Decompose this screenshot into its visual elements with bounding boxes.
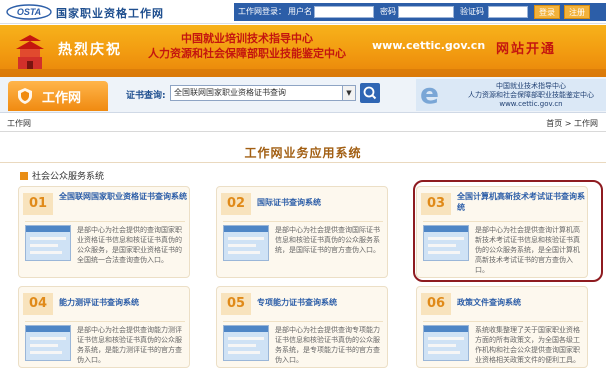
card-number: 01	[23, 193, 53, 215]
login-form: 工作网登录： 用户名 密码 验证码 登录 注册	[234, 3, 606, 21]
title-divider	[0, 162, 606, 163]
card-number: 06	[421, 293, 451, 315]
password-label: 密码	[380, 7, 396, 16]
promo-line2: 人力资源和社会保障部职业技能鉴定中心	[468, 91, 594, 99]
search-icon	[363, 86, 377, 100]
card-divider	[423, 321, 583, 322]
tiananmen-icon	[16, 35, 44, 69]
card-header: 04 能力测评证书查询系统	[19, 287, 189, 319]
card-thumbnail[interactable]	[25, 325, 71, 361]
promo-url: www.cettic.gov.cn	[499, 100, 563, 108]
banner-center-text: 中国就业培训技术指导中心 人力资源和社会保障部职业技能鉴定中心	[148, 31, 346, 61]
service-card-05[interactable]: 05 专项能力证书查询系统 是部中心为社会提供查询专项能力证书信息和核验证书真伪…	[216, 286, 388, 368]
breadcrumb-current: 工作网	[7, 119, 31, 128]
card-header: 02 国际证书查询系统	[217, 187, 387, 219]
card-thumbnail[interactable]	[423, 325, 469, 361]
banner-launch-text: 网站开通	[496, 42, 557, 57]
service-card-01[interactable]: 01 全国联网国家职业资格证书查询系统 是部中心为社会提供的查询国家职业资格证书…	[18, 186, 190, 278]
search-select-value: 全国联网国家职业资格证书查询	[174, 88, 286, 97]
username-field[interactable]	[314, 6, 374, 18]
captcha-label: 验证码	[460, 7, 484, 16]
card-description: 是部中心为社会提供查询能力测评证书信息和核验证书真伪的公众服务系统，是能力测评证…	[77, 326, 182, 364]
certificate-search-select[interactable]: 全国联网国家职业资格证书查询 ▼	[170, 85, 356, 101]
card-number: 05	[221, 293, 251, 315]
chevron-down-icon: ▼	[342, 86, 355, 100]
work-tab-label: 工作网	[42, 91, 82, 106]
username-label: 用户名	[288, 7, 312, 16]
card-thumbnail[interactable]	[25, 225, 71, 261]
card-title[interactable]: 全国联网国家职业资格证书查询系统	[59, 191, 187, 202]
service-card-02[interactable]: 02 国际证书查询系统 是部中心为社会提供查询国际证书信息和核验证书真伪的公众服…	[216, 186, 388, 278]
banner-center-line2: 人力资源和社会保障部职业技能鉴定中心	[148, 47, 346, 60]
e-logo-icon: e	[420, 77, 439, 110]
card-number: 04	[23, 293, 53, 315]
banner-center-line1: 中国就业培训技术指导中心	[181, 32, 313, 45]
promo-text: 中国就业技术指导中心 人力资源和社会保障部职业技能鉴定中心 www.cettic…	[460, 82, 602, 109]
banner: 热烈庆祝 中国就业培训技术指导中心 人力资源和社会保障部职业技能鉴定中心 www…	[0, 25, 606, 77]
card-divider	[25, 221, 185, 222]
register-button[interactable]: 注册	[564, 5, 590, 19]
nav-bar: 工作网 证书查询: 全国联网国家职业资格证书查询 ▼ e 中国就业技术指导中心 …	[0, 77, 606, 113]
card-title[interactable]: 政策文件查询系统	[457, 297, 585, 308]
card-divider	[25, 321, 185, 322]
osta-logo: OSTA	[6, 4, 52, 20]
breadcrumb: 工作网 首页 > 工作网	[0, 114, 606, 132]
page-title: 工作网业务应用系统	[244, 146, 362, 160]
search-button[interactable]	[360, 83, 380, 103]
breadcrumb-path[interactable]: 首页 > 工作网	[546, 118, 598, 129]
card-divider	[223, 221, 383, 222]
login-label: 工作网登录：	[238, 7, 286, 16]
login-button[interactable]: 登录	[534, 5, 560, 19]
page: OSTA 国家职业资格工作网 工作网登录： 用户名 密码 验证码 登录 注册 热…	[0, 0, 606, 371]
promo-banner[interactable]: e 中国就业技术指导中心 人力资源和社会保障部职业技能鉴定中心 www.cett…	[416, 79, 606, 111]
card-thumbnail[interactable]	[223, 325, 269, 361]
card-header: 06 政策文件查询系统	[417, 287, 587, 319]
svg-text:OSTA: OSTA	[17, 7, 41, 17]
square-bullet-icon	[20, 172, 28, 180]
card-title[interactable]: 能力测评证书查询系统	[59, 297, 187, 308]
card-header: 01 全国联网国家职业资格证书查询系统	[19, 187, 189, 219]
password-field[interactable]	[398, 6, 454, 18]
card-thumbnail[interactable]	[223, 225, 269, 261]
top-bar: OSTA 国家职业资格工作网 工作网登录： 用户名 密码 验证码 登录 注册	[0, 0, 606, 24]
banner-url: www.cettic.gov.cn	[372, 39, 486, 52]
card-number: 02	[221, 193, 251, 215]
service-card-06[interactable]: 06 政策文件查询系统 系统收集整理了关于国家职业资格方面的所有政策文，为全国各…	[416, 286, 588, 368]
card-description: 是部中心为社会提供的查询国家职业资格证书信息和核证证书真伪的公众服务，是国家职业…	[77, 226, 182, 264]
site-title: 国家职业资格工作网	[56, 7, 164, 20]
section-title: 社会公众服务系统	[32, 172, 105, 182]
card-description: 是部中心为社会提供查询国际证书信息和核验证书真伪的公众服务系统，是国际证书的官方…	[275, 226, 380, 254]
card-header: 05 专项能力证书查询系统	[217, 287, 387, 319]
card-divider	[223, 321, 383, 322]
banner-celebrate-text: 热烈庆祝	[58, 42, 122, 58]
card-description: 系统收集整理了关于国家职业资格方面的所有政策文，为全国各级工作机构和社会公众提供…	[475, 326, 580, 364]
work-tab[interactable]: 工作网	[8, 81, 108, 111]
card-description: 是部中心为社会提供查询专项能力证书信息和核验证书真伪的公众服务系统，是专项能力证…	[275, 326, 380, 364]
shield-icon	[18, 88, 32, 104]
service-card-04[interactable]: 04 能力测评证书查询系统 是部中心为社会提供查询能力测评证书信息和核验证书真伪…	[18, 286, 190, 368]
section-heading: 社会公众服务系统	[20, 169, 104, 182]
promo-line1: 中国就业技术指导中心	[496, 82, 566, 90]
card-title[interactable]: 专项能力证书查询系统	[257, 297, 385, 308]
highlight-box	[413, 180, 603, 282]
captcha-field[interactable]	[488, 6, 528, 18]
search-label: 证书查询:	[126, 91, 166, 101]
banner-stripe	[0, 69, 606, 77]
card-title[interactable]: 国际证书查询系统	[257, 197, 385, 208]
